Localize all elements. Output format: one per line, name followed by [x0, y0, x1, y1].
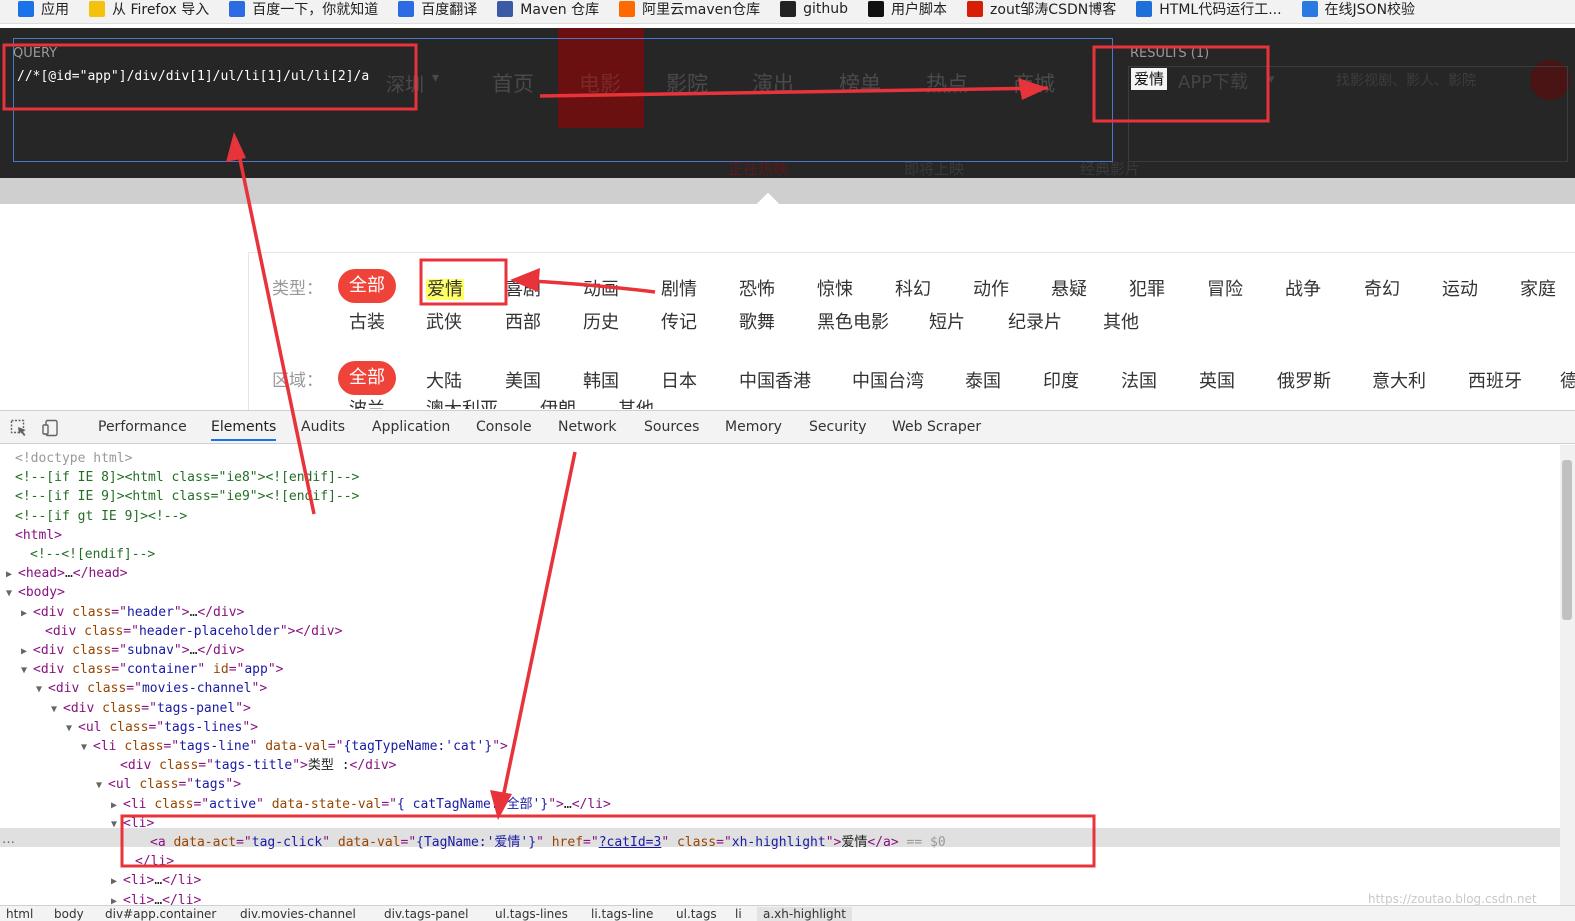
annotation-arrow-to-result: [539, 86, 1049, 98]
annotation-overlay: [2, 43, 1270, 868]
annotation-box-tag: [419, 258, 508, 306]
annotation-box-result: [1092, 45, 1270, 123]
annotation-box-query: [2, 43, 418, 111]
screenshot-root: 应用从 Firefox 导入 百度一下，你就知道 百度翻译 Maven 仓库 阿里云ma…: [0, 0, 1575, 921]
annotation-box-dom-node: [120, 814, 1096, 868]
annotation-arrow-to-query: [234, 139, 316, 515]
annotation-arrow-to-dom: [498, 451, 577, 813]
